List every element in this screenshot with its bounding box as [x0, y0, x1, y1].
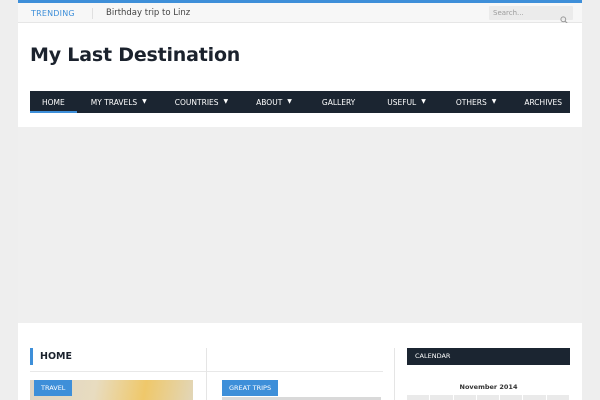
nav-item-label: OTHERS — [455, 97, 487, 107]
category-badge[interactable]: GREAT TRIPS — [222, 380, 279, 396]
ad-banner-area — [18, 127, 582, 323]
category-badge[interactable]: TRAVEL — [34, 380, 73, 396]
main-content: HOME TRAVEL GREAT TRIPS CALENDAR Novembe… — [18, 323, 582, 400]
site-header: My Last Destination HOME MY TRAVELS ▼ CO… — [18, 23, 582, 127]
search-input[interactable] — [493, 7, 555, 19]
nav-item-label: HOME — [42, 97, 65, 107]
main-nav: HOME MY TRAVELS ▼ COUNTRIES ▼ ABOUT ▼ GA… — [30, 91, 570, 113]
chevron-down-icon: ▼ — [491, 98, 497, 105]
chevron-down-icon: ▼ — [223, 98, 229, 105]
section-title: HOME — [30, 348, 72, 365]
chevron-down-icon: ▼ — [421, 98, 426, 105]
nav-item-countries[interactable]: COUNTRIES ▼ — [161, 91, 242, 113]
calendar-cell — [500, 395, 524, 400]
calendar-cell — [477, 395, 501, 400]
nav-item-useful[interactable]: USEFUL ▼ — [371, 91, 440, 113]
trending-bar: TRENDING Birthday trip to Linz — [18, 0, 582, 24]
search-box — [489, 6, 573, 24]
nav-item-label: COUNTRIES — [174, 97, 219, 107]
calendar-month: November 2014 — [459, 383, 518, 391]
nav-item-label: MY TRAVELS — [90, 97, 138, 107]
nav-item-archives[interactable]: ARCHIVES — [510, 91, 576, 113]
search-icon[interactable] — [560, 9, 568, 24]
sidebar-divider — [394, 348, 395, 400]
calendar-weekday-row — [407, 395, 570, 400]
trending-label: TRENDING — [31, 9, 75, 18]
widget-heading: CALENDAR — [407, 348, 570, 365]
column-divider — [206, 348, 207, 400]
calendar-cell — [454, 395, 477, 400]
nav-item-label: ARCHIVES — [524, 97, 563, 107]
chevron-down-icon: ▼ — [287, 98, 292, 105]
site-title[interactable]: My Last Destination — [30, 44, 240, 66]
calendar-cell — [547, 395, 570, 400]
post-thumbnail[interactable]: TRAVEL — [30, 380, 193, 400]
nav-item-home[interactable]: HOME — [30, 91, 77, 113]
calendar-cell — [407, 395, 431, 400]
nav-item-my-travels[interactable]: MY TRAVELS ▼ — [77, 91, 161, 113]
nav-item-label: USEFUL — [387, 97, 417, 107]
nav-item-gallery[interactable]: GALLERY — [306, 91, 371, 113]
post-thumbnail[interactable]: GREAT TRIPS — [222, 380, 381, 400]
trending-link[interactable]: Birthday trip to Linz — [92, 8, 190, 19]
chevron-down-icon: ▼ — [142, 98, 147, 105]
nav-item-about[interactable]: ABOUT ▼ — [242, 91, 306, 113]
nav-item-others[interactable]: OTHERS ▼ — [440, 91, 510, 113]
nav-item-label: GALLERY — [321, 97, 356, 107]
calendar-cell — [523, 395, 547, 400]
nav-item-label: ABOUT — [256, 97, 283, 107]
calendar-cell — [430, 395, 454, 400]
